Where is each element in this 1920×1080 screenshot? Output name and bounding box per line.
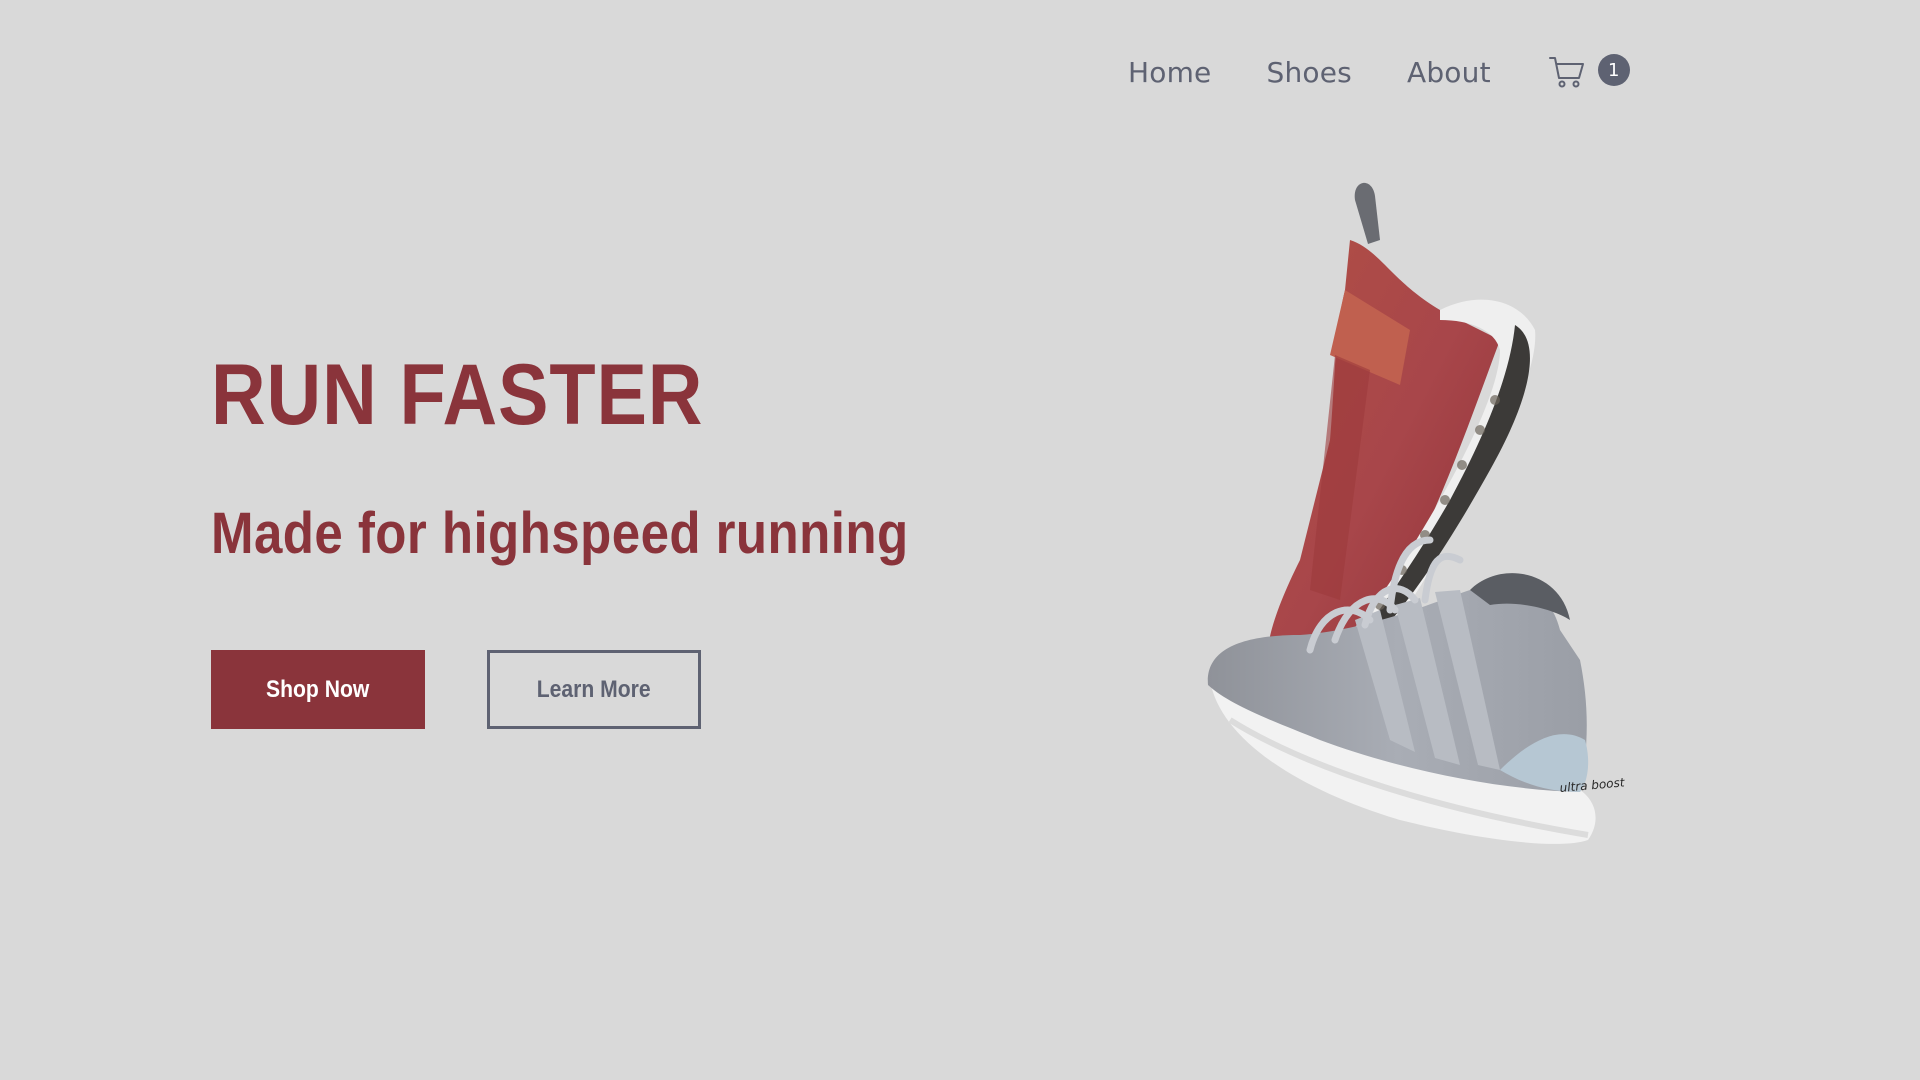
hero-subtitle: Made for highspeed running — [211, 501, 909, 566]
learn-more-button[interactable]: Learn More — [487, 650, 701, 729]
top-nav: Home Shoes About 1 — [1128, 50, 1632, 94]
shop-now-label: Shop Now — [266, 675, 370, 703]
nav-link-about[interactable]: About — [1407, 56, 1491, 89]
landing-page: Home Shoes About 1 RUN FASTER Made for h… — [0, 0, 1920, 1080]
nav-link-shoes[interactable]: Shoes — [1267, 56, 1352, 89]
cart-button[interactable]: 1 — [1548, 50, 1632, 94]
shopping-cart-icon — [1548, 57, 1584, 88]
nav-link-home[interactable]: Home — [1128, 56, 1212, 89]
shop-now-button[interactable]: Shop Now — [211, 650, 425, 729]
cart-count-badge: 1 — [1597, 54, 1630, 86]
shoes-image: ultra boost — [1207, 182, 1626, 844]
hero-title: RUN FASTER — [211, 347, 704, 443]
learn-more-label: Learn More — [537, 675, 651, 703]
